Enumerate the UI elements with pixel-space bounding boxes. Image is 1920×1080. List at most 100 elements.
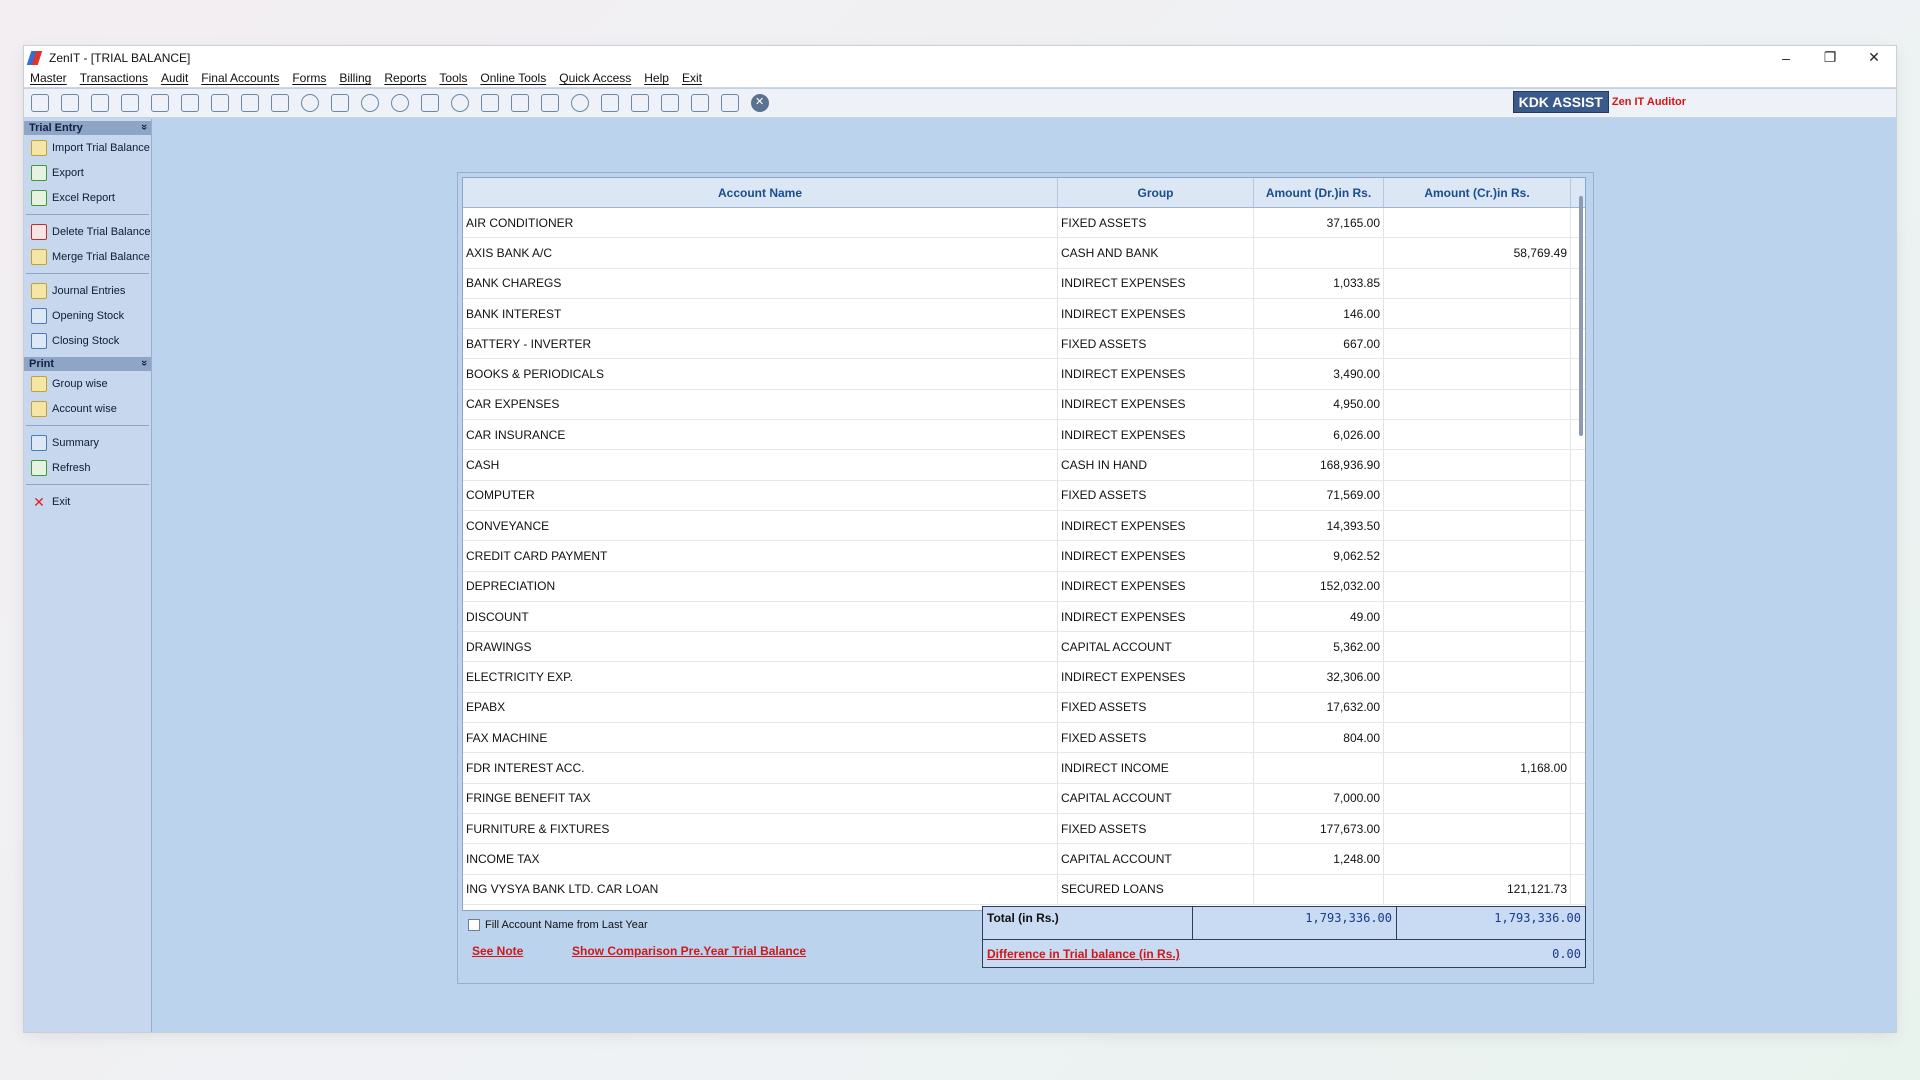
table-row[interactable]: DRAWINGS CAPITAL ACCOUNT 5,362.00 <box>463 632 1585 663</box>
cell-amount-dr[interactable]: 804.00 <box>1254 723 1384 753</box>
cell-amount-cr[interactable] <box>1384 662 1571 692</box>
vertical-scrollbar[interactable] <box>1579 196 1583 436</box>
pay-icon[interactable] <box>388 91 412 115</box>
sidebar-item-closing-stock[interactable]: Closing Stock <box>24 328 151 353</box>
cell-group[interactable]: FIXED ASSETS <box>1058 813 1254 844</box>
table-row[interactable]: FURNITURE & FIXTURES FIXED ASSETS 177,673.… <box>463 813 1585 845</box>
kdk-assist-badge[interactable]: KDK ASSIST <box>1512 91 1609 113</box>
sidebar-item-export[interactable]: Export <box>24 160 151 185</box>
cell-group[interactable]: INDIRECT EXPENSES <box>1058 510 1254 541</box>
menu-forms[interactable]: Forms <box>292 71 326 85</box>
cell-account-name[interactable]: BATTERY - INVERTER <box>463 329 1058 359</box>
table-row[interactable]: BANK CHAREGS INDIRECT EXPENSES 1,033.85 <box>463 268 1585 299</box>
home-icon[interactable] <box>58 91 82 115</box>
menu-quick-access[interactable]: Quick Access <box>559 71 631 85</box>
cell-amount-dr[interactable]: 4,950.00 <box>1254 389 1384 420</box>
table-row[interactable]: INCOME TAX CAPITAL ACCOUNT 1,248.00 <box>463 844 1585 875</box>
tax-icon[interactable] <box>268 91 292 115</box>
sidebar-section-print[interactable]: Print <box>24 357 151 371</box>
cell-group[interactable]: CAPITAL ACCOUNT <box>1058 632 1254 662</box>
pie-chart-icon[interactable] <box>358 91 382 115</box>
cell-group[interactable]: INDIRECT EXPENSES <box>1058 541 1254 571</box>
cell-group[interactable]: CASH IN HAND <box>1058 450 1254 480</box>
difference-label[interactable]: Difference in Trial balance (in Rs.) <box>987 947 1180 961</box>
settings-icon[interactable] <box>568 91 592 115</box>
menu-exit[interactable]: Exit <box>682 71 702 85</box>
sidebar-item-account-wise[interactable]: Account wise <box>24 396 151 421</box>
table-row[interactable]: BATTERY - INVERTER FIXED ASSETS 667.00 <box>463 329 1585 360</box>
table-row[interactable]: ELECTRICITY EXP. INDIRECT EXPENSES 32,306.… <box>463 662 1585 693</box>
cell-group[interactable]: FIXED ASSETS <box>1058 480 1254 510</box>
cell-amount-cr[interactable]: 1,168.00 <box>1384 753 1571 783</box>
filter-icon[interactable] <box>238 91 262 115</box>
sidebar-section-trial-entry[interactable]: Trial Entry <box>24 121 151 135</box>
cell-account-name[interactable]: CREDIT CARD PAYMENT <box>463 541 1058 571</box>
copy-icon[interactable] <box>598 91 622 115</box>
cell-group[interactable]: FIXED ASSETS <box>1058 208 1254 238</box>
cell-amount-dr[interactable]: 1,248.00 <box>1254 844 1384 874</box>
cell-amount-dr[interactable]: 49.00 <box>1254 601 1384 632</box>
users-icon[interactable] <box>178 91 202 115</box>
group-icon[interactable] <box>658 91 682 115</box>
grid-icon[interactable] <box>718 91 742 115</box>
info-icon[interactable] <box>448 91 472 115</box>
cell-group[interactable]: INDIRECT EXPENSES <box>1058 662 1254 692</box>
table-row[interactable]: AXIS BANK A/C CASH AND BANK 58,769.49 <box>463 238 1585 269</box>
sidebar-item-group-wise[interactable]: Group wise <box>24 371 151 396</box>
cell-amount-cr[interactable] <box>1384 632 1571 662</box>
cell-account-name[interactable]: BOOKS & PERIODICALS <box>463 359 1058 389</box>
menu-tools[interactable]: Tools <box>439 71 467 85</box>
cell-amount-dr[interactable]: 1,033.85 <box>1254 268 1384 298</box>
cell-account-name[interactable]: DRAWINGS <box>463 632 1058 662</box>
cell-amount-cr[interactable] <box>1384 298 1571 329</box>
cell-amount-dr[interactable]: 667.00 <box>1254 329 1384 359</box>
column-header-amount-cr[interactable]: Amount (Cr.)in Rs. <box>1384 178 1571 207</box>
table-row[interactable]: FDR INTEREST ACC. INDIRECT INCOME 1,168.00 <box>463 753 1585 784</box>
refresh-icon[interactable] <box>298 91 322 115</box>
cell-group[interactable]: CASH AND BANK <box>1058 238 1254 268</box>
column-header-group[interactable]: Group <box>1058 178 1254 207</box>
table-row[interactable]: AIR CONDITIONER FIXED ASSETS 37,165.00 <box>463 208 1585 239</box>
cell-account-name[interactable]: AXIS BANK A/C <box>463 238 1058 268</box>
bar-chart-icon[interactable] <box>118 91 142 115</box>
table-row[interactable]: FRINGE BENEFIT TAX CAPITAL ACCOUNT 7,000.0… <box>463 783 1585 814</box>
cell-group[interactable]: INDIRECT EXPENSES <box>1058 359 1254 389</box>
cell-group[interactable]: FIXED ASSETS <box>1058 723 1254 753</box>
cell-account-name[interactable]: COMPUTER <box>463 480 1058 510</box>
table-row[interactable]: ING VYSYA BANK LTD. CAR LOAN SECURED LOAN… <box>463 874 1585 905</box>
cell-amount-dr[interactable]: 152,032.00 <box>1254 571 1384 601</box>
cell-amount-dr[interactable]: 71,569.00 <box>1254 480 1384 510</box>
tools-icon[interactable] <box>208 91 232 115</box>
cell-amount-dr[interactable]: 5,362.00 <box>1254 632 1384 662</box>
sidebar-item-exit[interactable]: ✕ Exit <box>24 489 151 514</box>
cell-account-name[interactable]: EPABX <box>463 692 1058 723</box>
document-icon[interactable] <box>508 91 532 115</box>
cell-group[interactable]: FIXED ASSETS <box>1058 692 1254 723</box>
cell-account-name[interactable]: BANK CHAREGS <box>463 268 1058 298</box>
table-row[interactable]: CONVEYANCE INDIRECT EXPENSES 14,393.50 <box>463 510 1585 542</box>
cell-account-name[interactable]: BANK INTEREST <box>463 298 1058 329</box>
menu-help[interactable]: Help <box>644 71 669 85</box>
fill-account-checkbox[interactable] <box>468 919 480 931</box>
cell-account-name[interactable]: CAR INSURANCE <box>463 420 1058 450</box>
gift-icon[interactable] <box>148 91 172 115</box>
cell-group[interactable]: INDIRECT EXPENSES <box>1058 571 1254 601</box>
cell-amount-cr[interactable] <box>1384 510 1571 541</box>
table-row[interactable]: CAR EXPENSES INDIRECT EXPENSES 4,950.00 <box>463 389 1585 421</box>
cell-amount-dr[interactable] <box>1254 753 1384 783</box>
cell-group[interactable]: INDIRECT EXPENSES <box>1058 268 1254 298</box>
balance-sheet-icon[interactable] <box>628 91 652 115</box>
cell-account-name[interactable]: AIR CONDITIONER <box>463 208 1058 238</box>
sidebar-item-excel-report[interactable]: Excel Report <box>24 185 151 210</box>
sidebar-item-summary[interactable]: Summary <box>24 430 151 455</box>
cell-amount-cr[interactable] <box>1384 420 1571 450</box>
table-row[interactable]: DISCOUNT INDIRECT EXPENSES 49.00 <box>463 601 1585 633</box>
menu-master[interactable]: Master <box>30 71 67 85</box>
cell-amount-cr[interactable] <box>1384 329 1571 359</box>
cell-account-name[interactable]: FDR INTEREST ACC. <box>463 753 1058 783</box>
cell-amount-dr[interactable]: 32,306.00 <box>1254 662 1384 692</box>
cell-amount-cr[interactable] <box>1384 692 1571 723</box>
cell-amount-dr[interactable]: 6,026.00 <box>1254 420 1384 450</box>
menu-billing[interactable]: Billing <box>339 71 371 85</box>
cell-group[interactable]: INDIRECT EXPENSES <box>1058 389 1254 420</box>
